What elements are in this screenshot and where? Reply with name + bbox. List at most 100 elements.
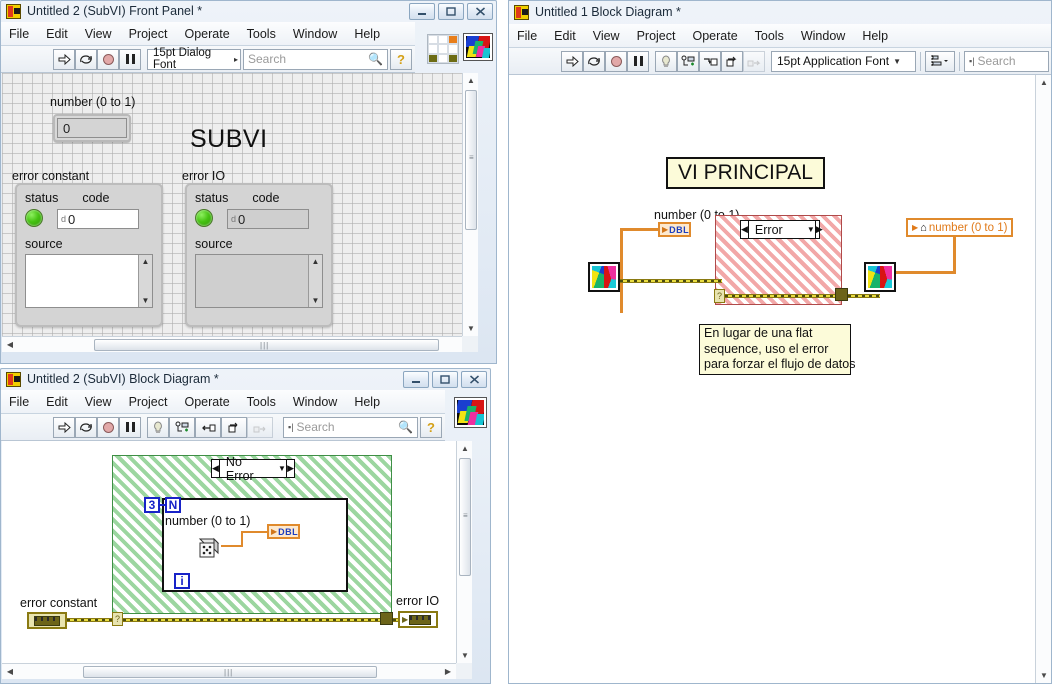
search-input[interactable]: ▪| Search [964,50,1049,72]
menubar-front-panel[interactable]: File Edit View Project Operate Tools Win… [1,22,415,46]
context-help-button[interactable]: ? [420,416,442,438]
error-constant-cluster[interactable]: status code d 0 source ▲ ▼ [15,183,163,327]
number-control[interactable]: 0 [53,114,131,142]
window-main-block-diagram[interactable]: Untitled 1 Block Diagram * File Edit Vie… [508,0,1052,684]
error-constant-terminal[interactable] [27,612,67,629]
for-loop-count-constant[interactable]: 3 [144,497,160,513]
toolbar-main-diagram[interactable]: 15pt Application Font ▼ ▪| Search [509,48,1051,75]
titlebar-subvi-diagram[interactable]: Untitled 2 (SubVI) Block Diagram * [0,368,491,390]
maximize-button[interactable] [432,371,458,388]
error-io-terminal[interactable]: ▶ [398,611,438,628]
menu-window[interactable]: Window [293,27,337,41]
menu-edit[interactable]: Edit [46,395,68,409]
case-selector[interactable]: ◀ No Error ▼ ▶ [211,455,295,483]
random-number-icon[interactable] [195,536,221,560]
number-control-value[interactable]: 0 [57,118,127,138]
number-indicator-terminal[interactable]: ▶ ⌂ number (0 to 1) [906,218,1014,237]
window-subvi-front-panel[interactable]: Untitled 2 (SubVI) Front Panel * File Ed… [0,0,497,364]
debug-group[interactable] [655,50,765,72]
dbl-terminal[interactable]: ▶ DBL [267,524,300,539]
scroll-down-icon[interactable]: ▼ [463,321,479,336]
toolbar-subvi-diagram[interactable]: ▪| Search 🔍 ? [1,414,445,441]
case-selector[interactable]: ◀ Error ▼ ▶ [740,220,823,239]
error-io-cluster[interactable]: status code d 0 source ▲ ▼ [185,183,333,327]
run-group[interactable] [561,50,649,72]
source-field[interactable]: ▲ ▼ [25,254,153,308]
close-button[interactable] [461,371,487,388]
run-continuously-button[interactable] [75,416,97,438]
main-diagram-vscrollbar[interactable]: ▲ ▼ [1035,75,1051,683]
menu-project[interactable]: Project [129,27,168,41]
menu-help[interactable]: Help [354,27,380,41]
retain-wire-values-button[interactable] [169,416,195,438]
scroll-up-icon[interactable]: ▲ [1036,75,1052,90]
run-group[interactable] [53,416,141,438]
menubar-subvi-diagram[interactable]: File Edit View Project Operate Tools Win… [1,390,445,414]
scroll-up-icon[interactable]: ▲ [312,257,320,266]
for-loop-n-terminal[interactable]: N [165,497,181,513]
menu-help[interactable]: Help [354,395,380,409]
menu-tools[interactable]: Tools [755,29,784,43]
menu-tools[interactable]: Tools [247,395,276,409]
search-icon[interactable]: 🔍 [398,420,413,434]
window-subvi-block-diagram[interactable]: Untitled 2 (SubVI) Block Diagram * File … [0,368,491,684]
front-panel-hscrollbar[interactable]: ◀ ||| [2,336,462,352]
code-field[interactable]: d 0 [57,209,139,229]
search-input[interactable]: ▪| Search 🔍 [283,416,418,438]
window-buttons[interactable] [403,371,487,388]
subvi-diagram-canvas[interactable]: ◀ No Error ▼ ▶ 3 N i number (0 to 1) ▶ D… [2,441,456,663]
abort-execution-button[interactable] [97,416,119,438]
font-selector[interactable]: 15pt Application Font ▼ [771,50,916,72]
font-selector[interactable]: 15pt Dialog Font ▸ [147,47,241,71]
menu-operate[interactable]: Operate [184,27,229,41]
context-help-button[interactable]: ? [390,48,412,70]
case-tunnel-input[interactable]: ? [714,289,725,303]
maximize-button[interactable] [438,3,464,20]
menu-view[interactable]: View [85,27,112,41]
scroll-left-icon[interactable]: ◀ [2,664,18,679]
main-diagram-canvas[interactable]: VI PRINCIPAL number (0 to 1) ▶ DBL ◀ Err… [509,75,1051,683]
menu-tools[interactable]: Tools [247,27,276,41]
menubar-main-diagram[interactable]: File Edit View Project Operate Tools Win… [509,24,1051,48]
run-button[interactable] [53,48,75,70]
scroll-down-icon[interactable]: ▼ [1036,668,1052,683]
menu-project[interactable]: Project [637,29,676,43]
scroll-up-icon[interactable]: ▲ [142,257,150,266]
menu-file[interactable]: File [517,29,537,43]
chevron-down-icon[interactable]: ▼ [278,464,286,473]
scroll-up-icon[interactable]: ▲ [463,73,479,88]
scroll-left-icon[interactable]: ◀ [2,337,18,352]
menu-view[interactable]: View [593,29,620,43]
source-scrollbar[interactable]: ▲ ▼ [308,255,322,307]
align-objects-button[interactable] [925,50,955,72]
subvi-diagram-vscrollbar[interactable]: ▲ ≡ ▼ [456,441,472,663]
tools-palette-grid[interactable] [427,34,459,64]
retain-wire-values-button[interactable] [677,50,699,72]
menu-edit[interactable]: Edit [46,27,68,41]
step-out-button[interactable] [247,416,273,438]
menu-file[interactable]: File [9,395,29,409]
toolbar-front-panel[interactable]: 15pt Dialog Font ▸ Search 🔍 ? [1,46,415,73]
step-into-button[interactable] [699,50,721,72]
minimize-button[interactable] [403,371,429,388]
abort-execution-button[interactable] [605,50,627,72]
subvi-diagram-hscrollbar[interactable]: ◀ ||| ▶ [2,663,456,679]
dbl-terminal[interactable]: ▶ DBL [658,222,691,237]
scroll-up-icon[interactable]: ▲ [457,441,473,456]
vscroll-thumb[interactable]: ≡ [465,90,477,230]
pause-button[interactable] [119,48,141,70]
step-over-button[interactable] [721,50,743,72]
case-tunnel-input[interactable]: ? [112,612,123,626]
menu-project[interactable]: Project [129,395,168,409]
menu-operate[interactable]: Operate [692,29,737,43]
vscroll-thumb[interactable]: ≡ [459,458,471,576]
source-scrollbar[interactable]: ▲ ▼ [138,255,152,307]
run-button[interactable] [561,50,583,72]
hscroll-thumb[interactable]: ||| [94,339,439,351]
search-icon[interactable]: 🔍 [368,52,383,66]
search-input[interactable]: Search 🔍 [243,48,388,70]
front-panel-canvas[interactable]: number (0 to 1) 0 SUBVI error constant s… [2,73,462,336]
menu-edit[interactable]: Edit [554,29,576,43]
for-loop-i-terminal[interactable]: i [174,573,190,589]
run-continuously-button[interactable] [583,50,605,72]
